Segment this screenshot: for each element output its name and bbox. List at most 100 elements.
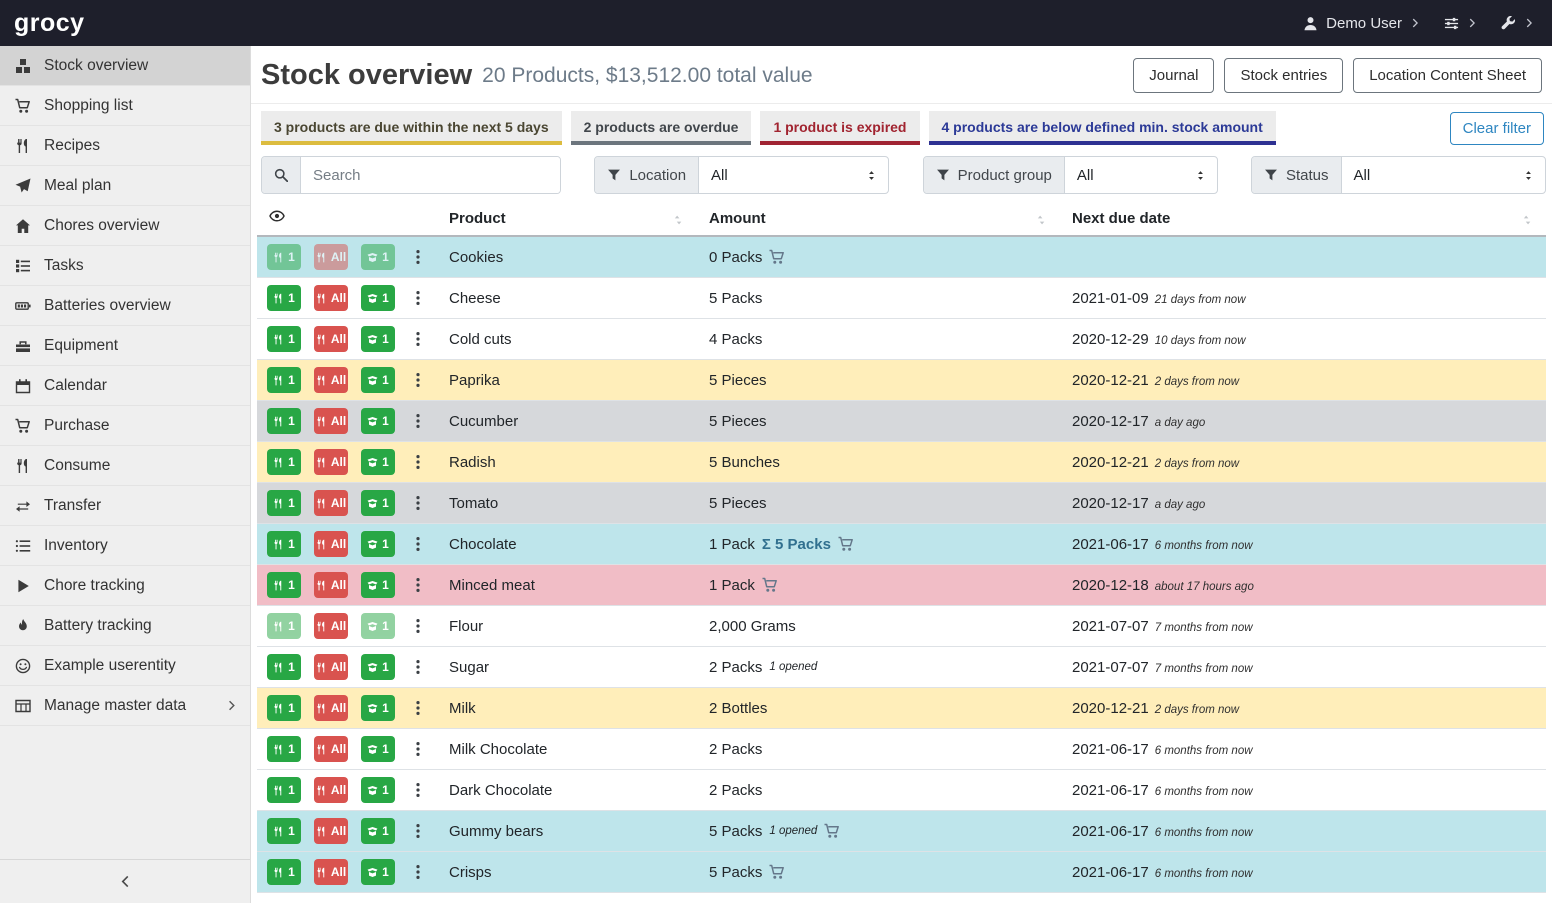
consume-all-button[interactable]: All — [314, 695, 348, 721]
app-logo[interactable]: grocy — [14, 9, 85, 38]
open-one-button[interactable]: 1 — [361, 285, 395, 311]
open-one-button[interactable]: 1 — [361, 244, 395, 270]
open-one-button[interactable]: 1 — [361, 859, 395, 885]
consume-one-button[interactable]: 1 — [267, 244, 301, 270]
consume-all-button[interactable]: All — [314, 285, 348, 311]
row-menu-button[interactable] — [408, 288, 428, 308]
admin-menu[interactable] — [1501, 16, 1534, 31]
row-menu-button[interactable] — [408, 862, 428, 882]
product-group-select[interactable]: All — [1065, 157, 1217, 193]
stock-alert-2[interactable]: 2 products are overdue — [571, 111, 752, 145]
consume-all-button[interactable]: All — [314, 613, 348, 639]
sidebar-item-stock-overview[interactable]: Stock overview — [0, 46, 250, 86]
location-select[interactable]: All — [699, 157, 888, 193]
row-menu-button[interactable] — [408, 534, 428, 554]
consume-one-button[interactable]: 1 — [267, 777, 301, 803]
consume-all-button[interactable]: All — [314, 326, 348, 352]
sidebar-item-calendar[interactable]: Calendar — [0, 366, 250, 406]
due-column-header[interactable]: Next due date — [1072, 210, 1170, 227]
consume-one-button[interactable]: 1 — [267, 449, 301, 475]
open-one-button[interactable]: 1 — [361, 490, 395, 516]
sidebar-collapse-button[interactable] — [0, 859, 250, 903]
sidebar-item-manage-master-data[interactable]: Manage master data — [0, 686, 250, 726]
product-column-header[interactable]: Product — [449, 210, 506, 227]
shopping-cart-icon[interactable] — [824, 823, 840, 839]
stock-alert-4[interactable]: 4 products are below defined min. stock … — [929, 111, 1276, 145]
consume-one-button[interactable]: 1 — [267, 367, 301, 393]
consume-all-button[interactable]: All — [314, 531, 348, 557]
search-input[interactable] — [301, 157, 560, 193]
open-one-button[interactable]: 1 — [361, 777, 395, 803]
row-menu-button[interactable] — [408, 247, 428, 267]
row-menu-button[interactable] — [408, 493, 428, 513]
open-one-button[interactable]: 1 — [361, 449, 395, 475]
stock-alert-3[interactable]: 1 product is expired — [760, 111, 919, 145]
row-menu-button[interactable] — [408, 698, 428, 718]
open-one-button[interactable]: 1 — [361, 531, 395, 557]
sidebar-item-consume[interactable]: Consume — [0, 446, 250, 486]
sidebar-item-example-userentity[interactable]: Example userentity — [0, 646, 250, 686]
eye-icon[interactable] — [269, 208, 285, 224]
row-menu-button[interactable] — [408, 739, 428, 759]
stock-entries-button[interactable]: Stock entries — [1224, 58, 1343, 93]
user-menu[interactable]: Demo User — [1303, 15, 1420, 32]
consume-one-button[interactable]: 1 — [267, 531, 301, 557]
consume-one-button[interactable]: 1 — [267, 613, 301, 639]
consume-all-button[interactable]: All — [314, 777, 348, 803]
journal-button[interactable]: Journal — [1133, 58, 1214, 93]
sidebar-item-recipes[interactable]: Recipes — [0, 126, 250, 166]
consume-one-button[interactable]: 1 — [267, 490, 301, 516]
consume-all-button[interactable]: All — [314, 408, 348, 434]
consume-one-button[interactable]: 1 — [267, 654, 301, 680]
open-one-button[interactable]: 1 — [361, 326, 395, 352]
sort-icon[interactable] — [1520, 213, 1534, 227]
consume-all-button[interactable]: All — [314, 449, 348, 475]
settings-menu[interactable] — [1444, 16, 1477, 31]
consume-all-button[interactable]: All — [314, 654, 348, 680]
sidebar-item-purchase[interactable]: Purchase — [0, 406, 250, 446]
sidebar-item-meal-plan[interactable]: Meal plan — [0, 166, 250, 206]
open-one-button[interactable]: 1 — [361, 613, 395, 639]
shopping-cart-icon[interactable] — [769, 864, 785, 880]
open-one-button[interactable]: 1 — [361, 695, 395, 721]
consume-one-button[interactable]: 1 — [267, 859, 301, 885]
consume-one-button[interactable]: 1 — [267, 326, 301, 352]
consume-all-button[interactable]: All — [314, 818, 348, 844]
row-menu-button[interactable] — [408, 657, 428, 677]
sidebar-item-equipment[interactable]: Equipment — [0, 326, 250, 366]
consume-one-button[interactable]: 1 — [267, 408, 301, 434]
location-content-sheet-button[interactable]: Location Content Sheet — [1353, 58, 1542, 93]
row-menu-button[interactable] — [408, 370, 428, 390]
amount-column-header[interactable]: Amount — [709, 210, 766, 227]
shopping-cart-icon[interactable] — [762, 577, 778, 593]
row-menu-button[interactable] — [408, 616, 428, 636]
sort-icon[interactable] — [671, 213, 685, 227]
consume-all-button[interactable]: All — [314, 490, 348, 516]
consume-all-button[interactable]: All — [314, 244, 348, 270]
sidebar-item-chore-tracking[interactable]: Chore tracking — [0, 566, 250, 606]
open-one-button[interactable]: 1 — [361, 818, 395, 844]
consume-one-button[interactable]: 1 — [267, 695, 301, 721]
row-menu-button[interactable] — [408, 411, 428, 431]
sidebar-item-tasks[interactable]: Tasks — [0, 246, 250, 286]
sidebar-item-chores-overview[interactable]: Chores overview — [0, 206, 250, 246]
consume-all-button[interactable]: All — [314, 859, 348, 885]
status-select[interactable]: All — [1342, 157, 1545, 193]
consume-one-button[interactable]: 1 — [267, 572, 301, 598]
open-one-button[interactable]: 1 — [361, 736, 395, 762]
consume-one-button[interactable]: 1 — [267, 818, 301, 844]
sidebar-item-transfer[interactable]: Transfer — [0, 486, 250, 526]
open-one-button[interactable]: 1 — [361, 408, 395, 434]
consume-one-button[interactable]: 1 — [267, 285, 301, 311]
consume-all-button[interactable]: All — [314, 572, 348, 598]
open-one-button[interactable]: 1 — [361, 572, 395, 598]
stock-alert-1[interactable]: 3 products are due within the next 5 day… — [261, 111, 562, 145]
sort-icon[interactable] — [1034, 213, 1048, 227]
shopping-cart-icon[interactable] — [838, 536, 854, 552]
sidebar-item-inventory[interactable]: Inventory — [0, 526, 250, 566]
sidebar-item-battery-tracking[interactable]: Battery tracking — [0, 606, 250, 646]
sidebar-item-batteries-overview[interactable]: Batteries overview — [0, 286, 250, 326]
row-menu-button[interactable] — [408, 329, 428, 349]
consume-all-button[interactable]: All — [314, 736, 348, 762]
row-menu-button[interactable] — [408, 821, 428, 841]
